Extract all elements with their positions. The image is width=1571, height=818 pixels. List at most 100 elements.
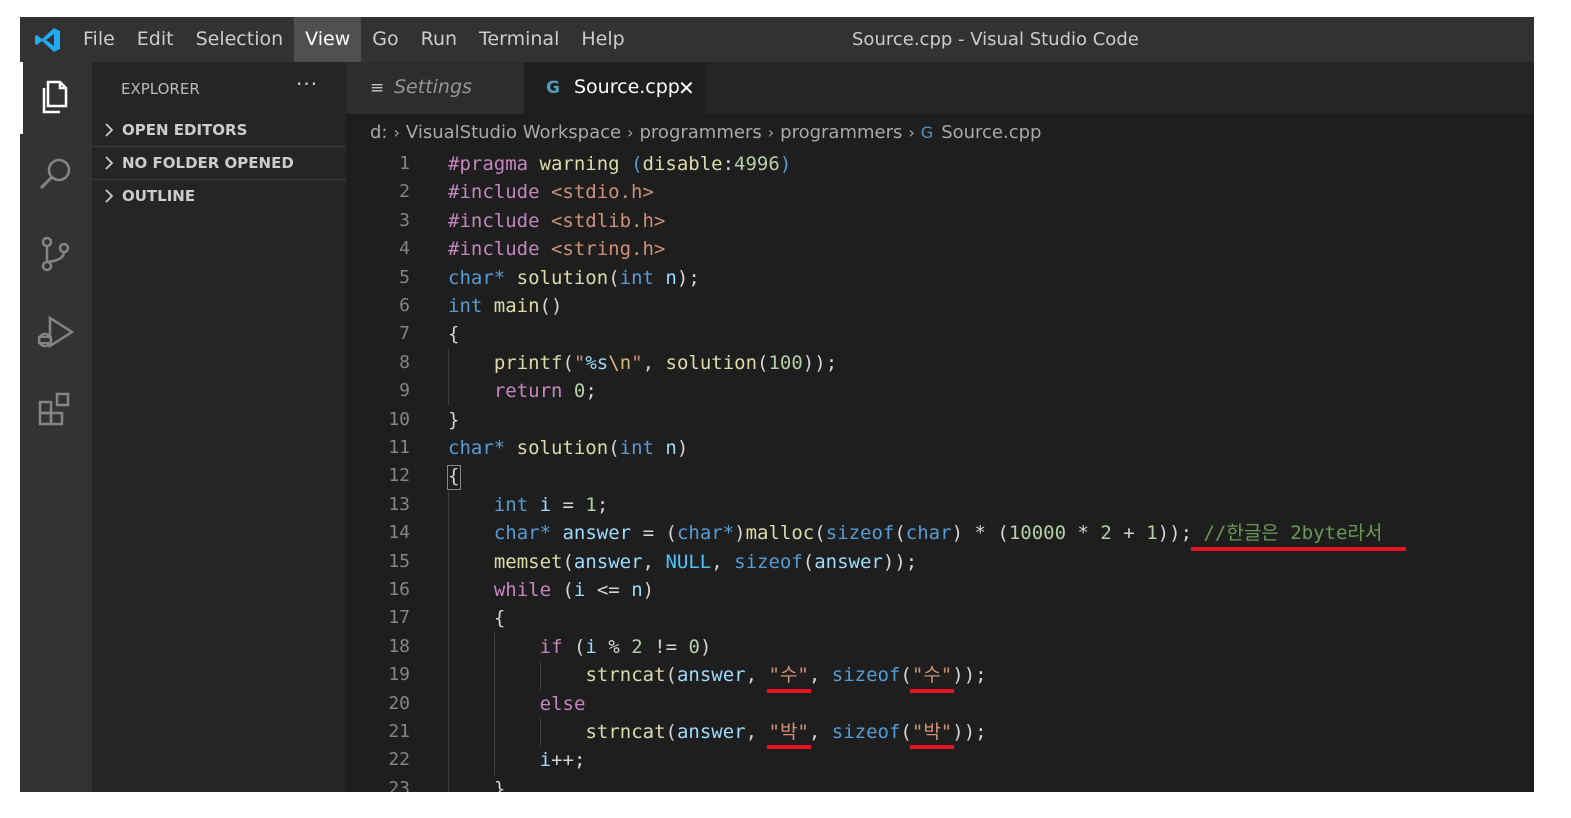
- close-tab-icon[interactable]: ✕: [678, 76, 695, 100]
- vscode-window: File Edit Selection View Go Run Terminal…: [20, 17, 1534, 792]
- code-line[interactable]: 4 #include <string.h>: [346, 235, 1534, 263]
- line-number: 3: [399, 209, 410, 231]
- tab-settings[interactable]: ≡ Settings: [346, 62, 524, 114]
- chevron-right-icon: [105, 156, 114, 170]
- section-outline[interactable]: OUTLINE: [92, 179, 346, 212]
- menu-run[interactable]: Run: [410, 17, 468, 62]
- explorer-icon[interactable]: [34, 74, 78, 118]
- code-line[interactable]: 9 return 0;: [346, 377, 1534, 405]
- menu-terminal[interactable]: Terminal: [468, 17, 570, 62]
- line-number: 16: [388, 579, 410, 600]
- code-text: #pragma warning (disable:4996): [448, 153, 792, 175]
- breadcrumb-file[interactable]: Source.cpp: [941, 122, 1041, 143]
- red-annotation-underline: [909, 745, 955, 750]
- code-line[interactable]: 23 }: [346, 775, 1534, 792]
- menu-edit[interactable]: Edit: [126, 17, 185, 62]
- more-actions-icon[interactable]: ···: [296, 72, 318, 96]
- code-line[interactable]: 14 char* answer = (char*)malloc(sizeof(c…: [346, 519, 1534, 547]
- indent-guide: [448, 490, 449, 792]
- code-text: strncat(answer, "수", sizeof("수"));: [585, 664, 987, 687]
- line-number: 23: [388, 777, 410, 792]
- code-text: printf("%s\n", solution(100));: [493, 351, 838, 374]
- code-line[interactable]: 19 strncat(answer, "수", sizeof("수"));: [346, 661, 1534, 689]
- search-icon[interactable]: [34, 152, 78, 196]
- line-number: 12: [388, 465, 410, 487]
- red-annotation-underline: [766, 688, 811, 693]
- tab-bar: ≡ Settings G Source.cpp ✕: [346, 62, 1534, 114]
- code-line[interactable]: 2 #include <stdio.h>: [346, 178, 1534, 206]
- active-indicator: [20, 62, 23, 134]
- line-number: 14: [388, 522, 410, 544]
- code-text: int i = 1;: [493, 493, 609, 516]
- section-no-folder-opened[interactable]: NO FOLDER OPENED: [92, 146, 346, 179]
- code-line[interactable]: 21 strncat(answer, "박", sizeof("박"));: [346, 718, 1534, 746]
- code-line[interactable]: 18 if (i % 2 != 0): [346, 633, 1534, 661]
- cpp-file-icon: G: [546, 78, 560, 98]
- line-number: 15: [388, 550, 410, 572]
- breadcrumb: d: › VisualStudio Workspace › programmer…: [346, 114, 1534, 150]
- menu-view[interactable]: View: [294, 17, 362, 62]
- code-editor[interactable]: 1 #pragma warning (disable:4996) 2 #include…: [346, 150, 1534, 792]
- tab-label: Source.cpp: [574, 76, 680, 98]
- code-text: else: [539, 692, 586, 715]
- window-title: Source.cpp - Visual Studio Code: [852, 29, 1139, 50]
- breadcrumb-folder[interactable]: programmers: [640, 122, 762, 143]
- indent-guide: [493, 632, 495, 775]
- menu-file[interactable]: File: [72, 17, 126, 62]
- line-number: 20: [388, 692, 410, 714]
- code-line[interactable]: 3 #include <stdlib.h>: [346, 207, 1534, 235]
- explorer-title: EXPLORER: [121, 80, 200, 98]
- activity-bar: [20, 62, 92, 792]
- red-annotation-underline: [909, 688, 955, 693]
- code-line[interactable]: 20 else: [346, 690, 1534, 718]
- breadcrumb-workspace[interactable]: VisualStudio Workspace: [406, 122, 621, 143]
- code-text: if (i % 2 != 0): [539, 635, 712, 658]
- run-debug-icon[interactable]: [34, 310, 78, 354]
- code-text: int main(): [448, 295, 563, 317]
- line-number: 2: [399, 181, 410, 203]
- line-number: 8: [399, 351, 410, 373]
- indent-guide: [539, 718, 541, 747]
- code-text: return 0;: [493, 380, 597, 403]
- tab-source-cpp[interactable]: G Source.cpp ✕: [524, 62, 706, 114]
- code-line[interactable]: 1 #pragma warning (disable:4996): [346, 150, 1534, 178]
- code-text: strncat(answer, "박", sizeof("박"));: [585, 721, 987, 743]
- line-number: 19: [388, 664, 410, 686]
- section-open-editors[interactable]: OPEN EDITORS: [92, 114, 346, 146]
- menu-help[interactable]: Help: [570, 17, 635, 62]
- code-line[interactable]: 7{: [346, 320, 1534, 348]
- code-line[interactable]: 22 i++;: [346, 746, 1534, 774]
- chevron-right-icon: ›: [627, 122, 634, 142]
- extensions-icon[interactable]: [34, 388, 78, 432]
- line-number: 1: [399, 153, 410, 174]
- code-line[interactable]: 5 char* solution(int n);: [346, 264, 1534, 292]
- source-control-icon[interactable]: [34, 232, 78, 276]
- code-line[interactable]: 10}: [346, 406, 1534, 434]
- code-line[interactable]: 11 char* solution(int n): [346, 434, 1534, 462]
- code-line[interactable]: 8 printf("%s\n", solution(100));: [346, 349, 1534, 377]
- code-line[interactable]: 6 int main(): [346, 292, 1534, 320]
- menu-selection[interactable]: Selection: [185, 17, 295, 62]
- code-line[interactable]: 12{: [346, 462, 1534, 490]
- line-number: 11: [388, 437, 410, 458]
- code-line[interactable]: 16 while (i <= n): [346, 576, 1534, 604]
- chevron-right-icon: ›: [767, 122, 775, 142]
- menu-go[interactable]: Go: [361, 17, 409, 62]
- line-number: 21: [388, 721, 410, 742]
- code-text: memset(answer, NULL, sizeof(answer));: [493, 550, 918, 573]
- matched-bracket-highlight: [447, 465, 462, 490]
- breadcrumb-drive[interactable]: d:: [370, 122, 388, 143]
- line-number: 22: [388, 749, 410, 771]
- code-line[interactable]: 13 int i = 1;: [346, 491, 1534, 519]
- title-bar: File Edit Selection View Go Run Terminal…: [20, 17, 1534, 62]
- vscode-logo-icon: [35, 28, 60, 52]
- code-text: #include <stdlib.h>: [448, 209, 666, 232]
- section-label: NO FOLDER OPENED: [122, 154, 294, 172]
- code-line[interactable]: 15 memset(answer, NULL, sizeof(answer));: [346, 548, 1534, 576]
- section-label: OUTLINE: [122, 187, 196, 205]
- code-line[interactable]: 17 {: [346, 604, 1534, 632]
- indent-guide: [448, 348, 449, 406]
- breadcrumb-subfolder[interactable]: programmers: [780, 122, 902, 143]
- code-text: char* solution(int n);: [448, 266, 700, 289]
- code-text: #include <string.h>: [448, 238, 666, 261]
